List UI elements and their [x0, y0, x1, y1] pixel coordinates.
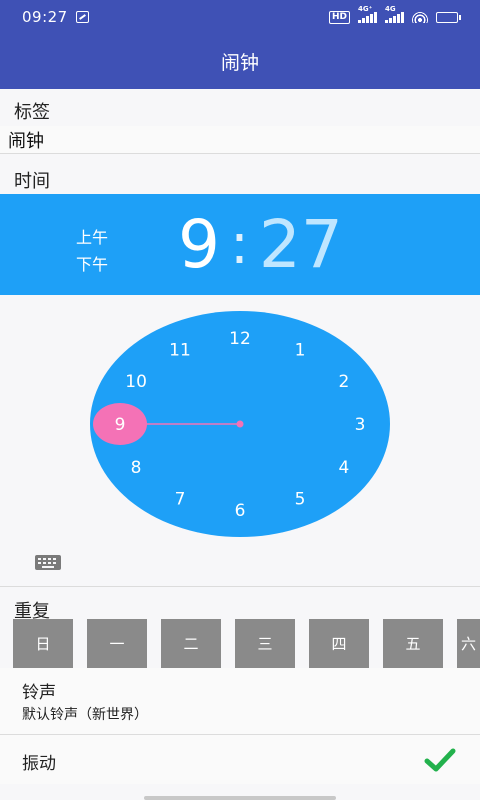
day-button-tue[interactable]: 二	[161, 619, 221, 668]
day-button-sat[interactable]: 六	[457, 619, 480, 668]
clock-center-dot	[236, 420, 244, 428]
ringtone-value: 默认铃声（新世界）	[22, 707, 148, 723]
ringtone-row[interactable]: 铃声 默认铃声（新世界）	[0, 668, 480, 734]
signal-icon-sim1: 4G⁺	[358, 5, 377, 23]
app-bar: 闹钟	[0, 34, 480, 89]
clock-number-3[interactable]: 3	[355, 415, 366, 435]
ringtone-title: 铃声	[22, 683, 56, 703]
minute-display[interactable]: 27	[259, 206, 343, 283]
app-notification-icon	[75, 11, 89, 23]
clock-number-2[interactable]: 2	[339, 372, 350, 392]
clock-area: 12 1 2 3 4 5 6 7 8 9 10 11	[0, 295, 480, 585]
clock-number-6[interactable]: 6	[235, 501, 246, 521]
label-heading: 标签	[14, 102, 50, 123]
clock-dial[interactable]: 121234567891011	[0, 295, 480, 585]
home-indicator	[144, 796, 336, 800]
clock-number-12[interactable]: 12	[229, 329, 251, 349]
checkmark-icon[interactable]	[424, 747, 456, 773]
clock-number-7[interactable]: 7	[175, 489, 186, 509]
pm-toggle[interactable]: 下午	[76, 251, 108, 275]
label-input[interactable]	[0, 126, 480, 154]
status-time: 09:27	[22, 8, 68, 26]
hour-display[interactable]: 9	[178, 206, 220, 283]
clock-number-9[interactable]: 9	[115, 415, 126, 435]
clock-number-11[interactable]: 11	[169, 341, 191, 361]
wifi-icon	[412, 11, 428, 23]
time-heading: 时间	[14, 171, 50, 192]
divider	[0, 586, 480, 587]
time-separator: :	[230, 211, 249, 277]
day-button-mon[interactable]: 一	[87, 619, 147, 668]
clock-number-5[interactable]: 5	[295, 489, 306, 509]
keyboard-icon[interactable]	[34, 554, 62, 571]
time-picker-header: 上午 下午 9 : 27	[0, 194, 480, 295]
clock-number-10[interactable]: 10	[125, 372, 147, 392]
signal-icon-sim2: 4G	[385, 5, 404, 23]
day-button-wed[interactable]: 三	[235, 619, 295, 668]
vibrate-title: 振动	[22, 754, 56, 774]
time-display: 9 : 27	[178, 204, 343, 284]
am-toggle[interactable]: 上午	[76, 224, 108, 248]
status-icons: HD 4G⁺ 4G	[328, 5, 461, 24]
day-button-sun[interactable]: 日	[13, 619, 73, 668]
page-title: 闹钟	[220, 52, 259, 74]
day-button-fri[interactable]: 五	[383, 619, 443, 668]
vibrate-row[interactable]: 振动	[0, 734, 480, 784]
hd-icon: HD	[328, 10, 350, 24]
day-button-thu[interactable]: 四	[309, 619, 369, 668]
clock-number-4[interactable]: 4	[339, 458, 350, 478]
battery-icon	[436, 11, 461, 23]
clock-number-8[interactable]: 8	[131, 458, 142, 478]
status-bar: 09:27 HD 4G⁺ 4G	[0, 0, 480, 34]
clock-number-1[interactable]: 1	[295, 341, 306, 361]
repeat-days: 日 一 二 三 四 五 六	[13, 619, 480, 668]
